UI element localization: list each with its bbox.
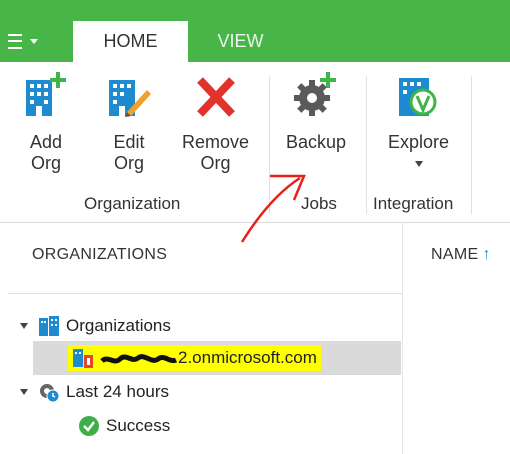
tenant-domain-label: 2.onmicrosoft.com — [178, 348, 317, 367]
expand-toggle-icon[interactable] — [20, 389, 28, 395]
expand-toggle-icon[interactable] — [20, 323, 28, 329]
building-pencil-icon — [109, 80, 151, 117]
tree-item-tenant[interactable]: 2.onmicrosoft.com — [68, 345, 321, 371]
group-label-organization: Organization — [84, 194, 181, 213]
column-header-label: NAME — [431, 246, 479, 263]
group-label-integration: Integration — [373, 194, 454, 213]
add-org-button[interactable]: Add Org — [24, 70, 68, 174]
red-x-icon — [196, 77, 235, 117]
gear-plus-icon — [294, 72, 337, 116]
tab-view[interactable]: VIEW — [188, 21, 293, 62]
clock-gear-icon — [40, 384, 60, 403]
tree-item-label: Success — [106, 416, 171, 435]
hamburger-menu-icon — [8, 33, 22, 49]
edit-org-label-line1: Edit — [113, 132, 145, 152]
backup-button[interactable]: Backup — [286, 70, 346, 153]
ribbon: Add Org Edit Org Remove Org Backup Explo… — [0, 62, 510, 223]
edit-org-button[interactable]: Edit Org — [107, 70, 151, 174]
main-menu-button[interactable] — [8, 26, 54, 56]
remove-org-label-line1: Remove — [182, 132, 250, 152]
remove-org-label-line2: Org — [200, 153, 231, 173]
title-bar: HOME VIEW — [0, 0, 510, 62]
building-explore-icon — [398, 78, 437, 116]
ribbon-separator — [366, 76, 367, 214]
edit-org-label-line2: Org — [113, 153, 144, 173]
divider — [8, 293, 402, 294]
ribbon-separator — [269, 76, 270, 214]
add-org-label-line2: Org — [30, 153, 61, 173]
highlight-marker: 2.onmicrosoft.com — [68, 345, 321, 371]
chevron-down-icon — [30, 38, 38, 44]
redacted-scribble — [100, 354, 178, 364]
tab-home[interactable]: HOME — [73, 21, 188, 62]
ribbon-separator — [471, 76, 472, 214]
details-pane: NAME ↑ — [403, 223, 510, 454]
building-plus-icon — [26, 72, 66, 116]
group-label-jobs: Jobs — [301, 194, 337, 213]
backup-label: Backup — [286, 132, 347, 152]
chevron-down-icon — [414, 161, 423, 167]
tree-item-organizations[interactable]: Organizations — [20, 313, 171, 339]
explore-button[interactable]: Explore — [388, 70, 449, 167]
tree-item-label: Last 24 hours — [66, 382, 170, 401]
success-check-icon — [79, 416, 99, 436]
remove-org-button[interactable]: Remove Org — [182, 70, 249, 174]
add-org-label-line1: Add — [29, 132, 63, 152]
tree-item-last-24-hours[interactable]: Last 24 hours — [20, 379, 169, 405]
organizations-icon — [39, 316, 59, 336]
pane-title: ORGANIZATIONS — [32, 246, 168, 263]
organizations-pane: ORGANIZATIONS Organizations 2.onmicrosof… — [0, 223, 403, 454]
column-header-name[interactable]: NAME ↑ — [431, 246, 491, 264]
office-org-icon — [73, 349, 93, 368]
explore-label: Explore — [388, 132, 450, 152]
tree-item-label: Organizations — [66, 316, 171, 335]
tree-item-success[interactable]: Success — [78, 413, 170, 439]
sort-ascending-icon: ↑ — [482, 246, 491, 263]
